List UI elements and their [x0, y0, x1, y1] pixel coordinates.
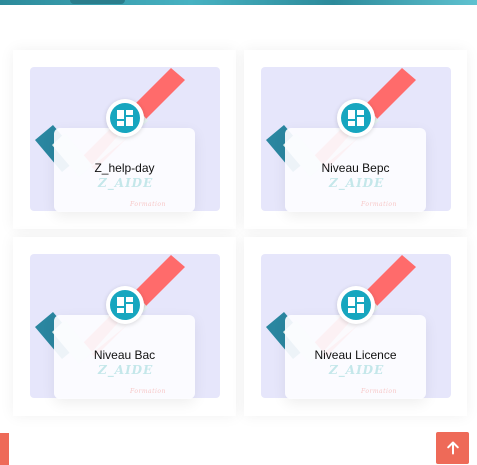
course-card[interactable]: Z_AIDE Formation Niveau Licence: [244, 237, 467, 416]
category-badge: [106, 99, 144, 137]
course-title[interactable]: Niveau Bepc: [285, 161, 426, 175]
grid-icon: [117, 297, 133, 313]
brand-tagline: Formation: [130, 201, 166, 208]
banner-shape: [70, 0, 125, 4]
brand-watermark: Z_AIDE: [329, 363, 385, 377]
category-badge: [337, 286, 375, 324]
scroll-top-button[interactable]: [436, 432, 469, 464]
course-title[interactable]: Niveau Licence: [285, 348, 426, 362]
brand-watermark: Z_AIDE: [98, 176, 154, 190]
course-card[interactable]: Z_AIDE Formation Niveau Bac: [13, 237, 236, 416]
arrow-up-icon: [446, 441, 459, 455]
brand-tagline: Formation: [130, 388, 166, 395]
brand-watermark: Z_AIDE: [329, 176, 385, 190]
brand-tagline: Formation: [361, 201, 397, 208]
grid-icon: [348, 110, 364, 126]
grid-icon: [117, 110, 133, 126]
course-title[interactable]: Niveau Bac: [54, 348, 195, 362]
brand-tagline: Formation: [361, 388, 397, 395]
side-tab[interactable]: [0, 433, 9, 465]
grid-icon: [348, 297, 364, 313]
top-banner: [0, 0, 477, 5]
category-badge: [106, 286, 144, 324]
brand-watermark: Z_AIDE: [98, 363, 154, 377]
course-title[interactable]: Z_help-day: [54, 161, 195, 175]
course-card[interactable]: Z_AIDE Formation Niveau Bepc: [244, 50, 467, 229]
category-badge: [337, 99, 375, 137]
course-card[interactable]: Z_AIDE Formation Z_help-day: [13, 50, 236, 229]
